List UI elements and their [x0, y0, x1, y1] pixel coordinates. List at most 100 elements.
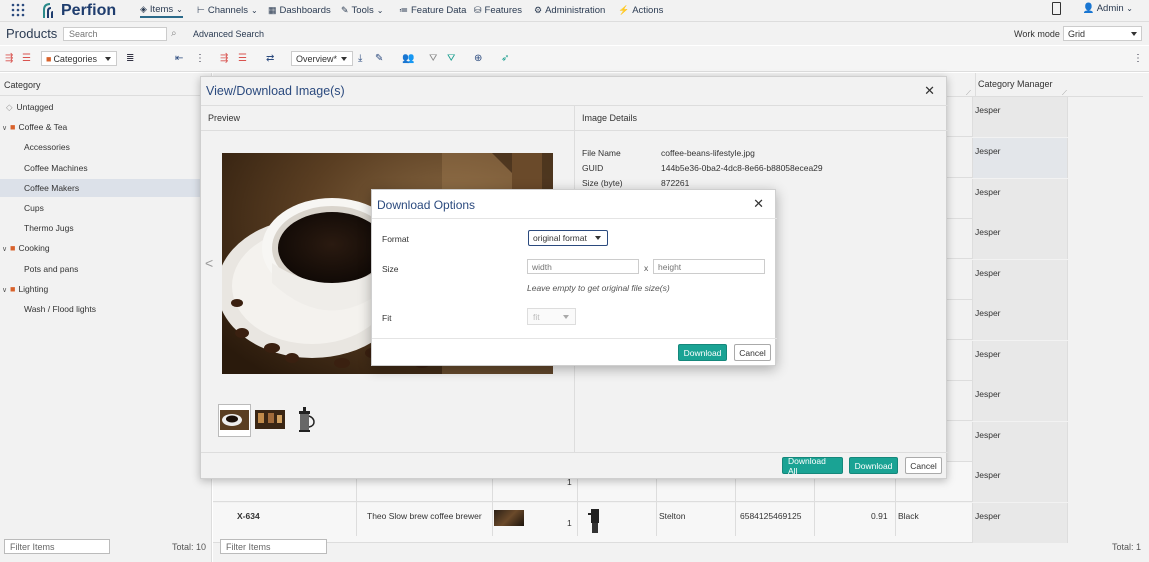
tree-expand-icon[interactable]: ⇶ [5, 53, 13, 64]
globe-icon[interactable]: ⊕ [474, 53, 482, 64]
folder-icon: ■ [46, 54, 52, 64]
tablet-icon[interactable] [1052, 2, 1061, 15]
nav-items-label: Items [149, 3, 174, 15]
width-input[interactable] [527, 259, 639, 274]
filter-icon[interactable]: ⛛ [429, 53, 437, 64]
chevron-left-icon[interactable]: < [205, 255, 213, 271]
cell-color: Black [898, 511, 919, 521]
options-cancel-button[interactable]: Cancel [734, 344, 771, 361]
caret-down-icon [341, 57, 347, 61]
gear-icon: ⚙ [534, 4, 543, 15]
close-icon[interactable]: ✕ [924, 83, 935, 99]
apps-grid-icon[interactable] [11, 3, 25, 17]
thumbnail-coffee-beans[interactable] [254, 404, 287, 437]
columns-icon[interactable]: ⇄ [266, 53, 274, 64]
collapse-left-icon[interactable]: ⇤ [175, 53, 183, 64]
height-input[interactable] [653, 259, 765, 274]
cell-value: 0.91 [871, 511, 888, 521]
admin-menu[interactable]: 👤 Admin ⌄ [1083, 3, 1133, 14]
cell-manager-text: Jesper [975, 511, 1001, 521]
tree-item-lighting[interactable]: ∨ ■ Lighting [2, 280, 208, 298]
thumbnail-french-press[interactable] [290, 404, 323, 437]
edit-icon[interactable]: ✎ [375, 53, 383, 64]
thumbnail-coffee-cup[interactable] [218, 404, 251, 437]
left-filter-input[interactable]: Filter Items [4, 539, 110, 554]
cell-category-manager [972, 138, 1068, 178]
tree-item-label: Accessories [24, 142, 70, 152]
cell-category-manager [972, 97, 1068, 137]
chevron-down-icon[interactable]: ∨ [2, 241, 10, 259]
dashboard-icon: ▦ [268, 4, 277, 15]
download-button[interactable]: Download [849, 457, 898, 474]
tree-item-thermo-jugs[interactable]: Thermo Jugs [24, 219, 204, 237]
download-icon[interactable]: ⤓ [358, 53, 362, 64]
main-total: Total: 1 [1111, 542, 1141, 552]
tree-item-accessories[interactable]: Accessories [24, 138, 204, 156]
dialog-title: View/Download Image(s) [206, 84, 345, 98]
caret-down-icon [105, 57, 111, 61]
chevron-down-icon[interactable]: ∨ [2, 120, 10, 138]
tree-item-coffee-makers[interactable]: Coffee Makers [0, 179, 212, 197]
format-select[interactable]: original format [528, 230, 608, 246]
chevron-down-icon[interactable]: ∨ [2, 282, 10, 300]
view-select[interactable]: Overview* [291, 51, 353, 66]
tree-item-cups[interactable]: Cups [24, 199, 204, 217]
tree-list-icon-2[interactable]: ☰ [238, 53, 247, 64]
table-row-x634[interactable]: X-634 Theo Slow brew coffee brewer 1 Ste… [213, 503, 1068, 543]
category-select[interactable]: ■ Categories [41, 51, 117, 66]
tree-item-coffee-tea[interactable]: ∨ ■ Coffee & Tea [2, 118, 208, 136]
tree-list-icon[interactable]: ☰ [22, 53, 31, 64]
download-all-button[interactable]: Download All [782, 456, 843, 476]
caret-down-icon [595, 236, 601, 240]
cell-category-manager [972, 179, 1068, 219]
cell-manager-text: Jesper [975, 187, 1001, 197]
more-vertical-icon[interactable]: ⋮ [195, 53, 205, 64]
nav-channels[interactable]: ⊢ Channels ⌄ [197, 2, 258, 18]
pointer-filter-icon[interactable]: ➶ [501, 53, 509, 64]
work-mode-label: Work mode [1014, 29, 1060, 39]
search-icon[interactable]: ⌕ [171, 28, 177, 39]
nav-actions[interactable]: ⚡ Actions [618, 2, 663, 18]
product-thumbnail [494, 510, 524, 526]
product-brewer-image [588, 509, 599, 533]
divider [372, 338, 777, 339]
download-options-dialog: Download Options ✕ Format original forma… [371, 189, 777, 366]
more-vertical-icon-2[interactable]: ⋮ [1133, 53, 1143, 64]
work-mode-select[interactable]: Grid [1063, 26, 1142, 41]
tree-expand-icon-2[interactable]: ⇶ [220, 53, 228, 64]
tree-item-untagged[interactable]: ◇ Untagged [6, 98, 206, 116]
nav-features[interactable]: ⛁ Features [474, 2, 522, 18]
folder-icon: ■ [10, 243, 16, 253]
users-icon[interactable]: 👥 [402, 53, 414, 64]
nav-tools-label: Tools [351, 4, 374, 16]
main-filter-input[interactable]: Filter Items [220, 539, 327, 554]
nav-feature-data[interactable]: ≔ Feature Data [399, 2, 466, 18]
cell-manager-text: Jesper [975, 389, 1001, 399]
search-input[interactable] [63, 27, 167, 41]
advanced-search-link[interactable]: Advanced Search [193, 29, 264, 39]
folder-icon: ■ [10, 284, 16, 294]
category-select-value: Categories [53, 54, 97, 64]
tree-item-cooking[interactable]: ∨ ■ Cooking [2, 239, 208, 257]
nav-dashboards[interactable]: ▦ Dashboards [268, 2, 331, 18]
list-view-icon[interactable]: ≣ [126, 53, 134, 64]
thumbnail-image [299, 407, 315, 432]
perfion-logo[interactable]: Perfion [42, 1, 116, 21]
tree-item-pots-and-pans[interactable]: Pots and pans [24, 260, 204, 278]
fit-select[interactable]: fit [527, 308, 576, 325]
fit-label: Fit [382, 313, 392, 323]
column-header-category-manager[interactable]: Category Manager [975, 73, 1068, 96]
tree-item-wash-flood-lights[interactable]: Wash / Flood lights [24, 300, 204, 318]
detail-value-size: 872261 [661, 178, 690, 188]
nav-administration[interactable]: ⚙ Administration [534, 2, 605, 18]
cell-manager-text: Jesper [975, 146, 1001, 156]
options-download-button[interactable]: Download [678, 344, 727, 361]
nav-items[interactable]: ◈ Items ⌄ [140, 2, 183, 18]
filter-active-icon[interactable]: ⛛ [447, 53, 455, 64]
tree-item-label: Pots and pans [24, 264, 79, 274]
format-label: Format [382, 234, 409, 244]
tree-item-coffee-machines[interactable]: Coffee Machines [24, 159, 204, 177]
cancel-button[interactable]: Cancel [905, 457, 942, 474]
close-icon[interactable]: ✕ [753, 196, 764, 212]
nav-tools[interactable]: ✎ Tools ⌄ [341, 2, 383, 18]
